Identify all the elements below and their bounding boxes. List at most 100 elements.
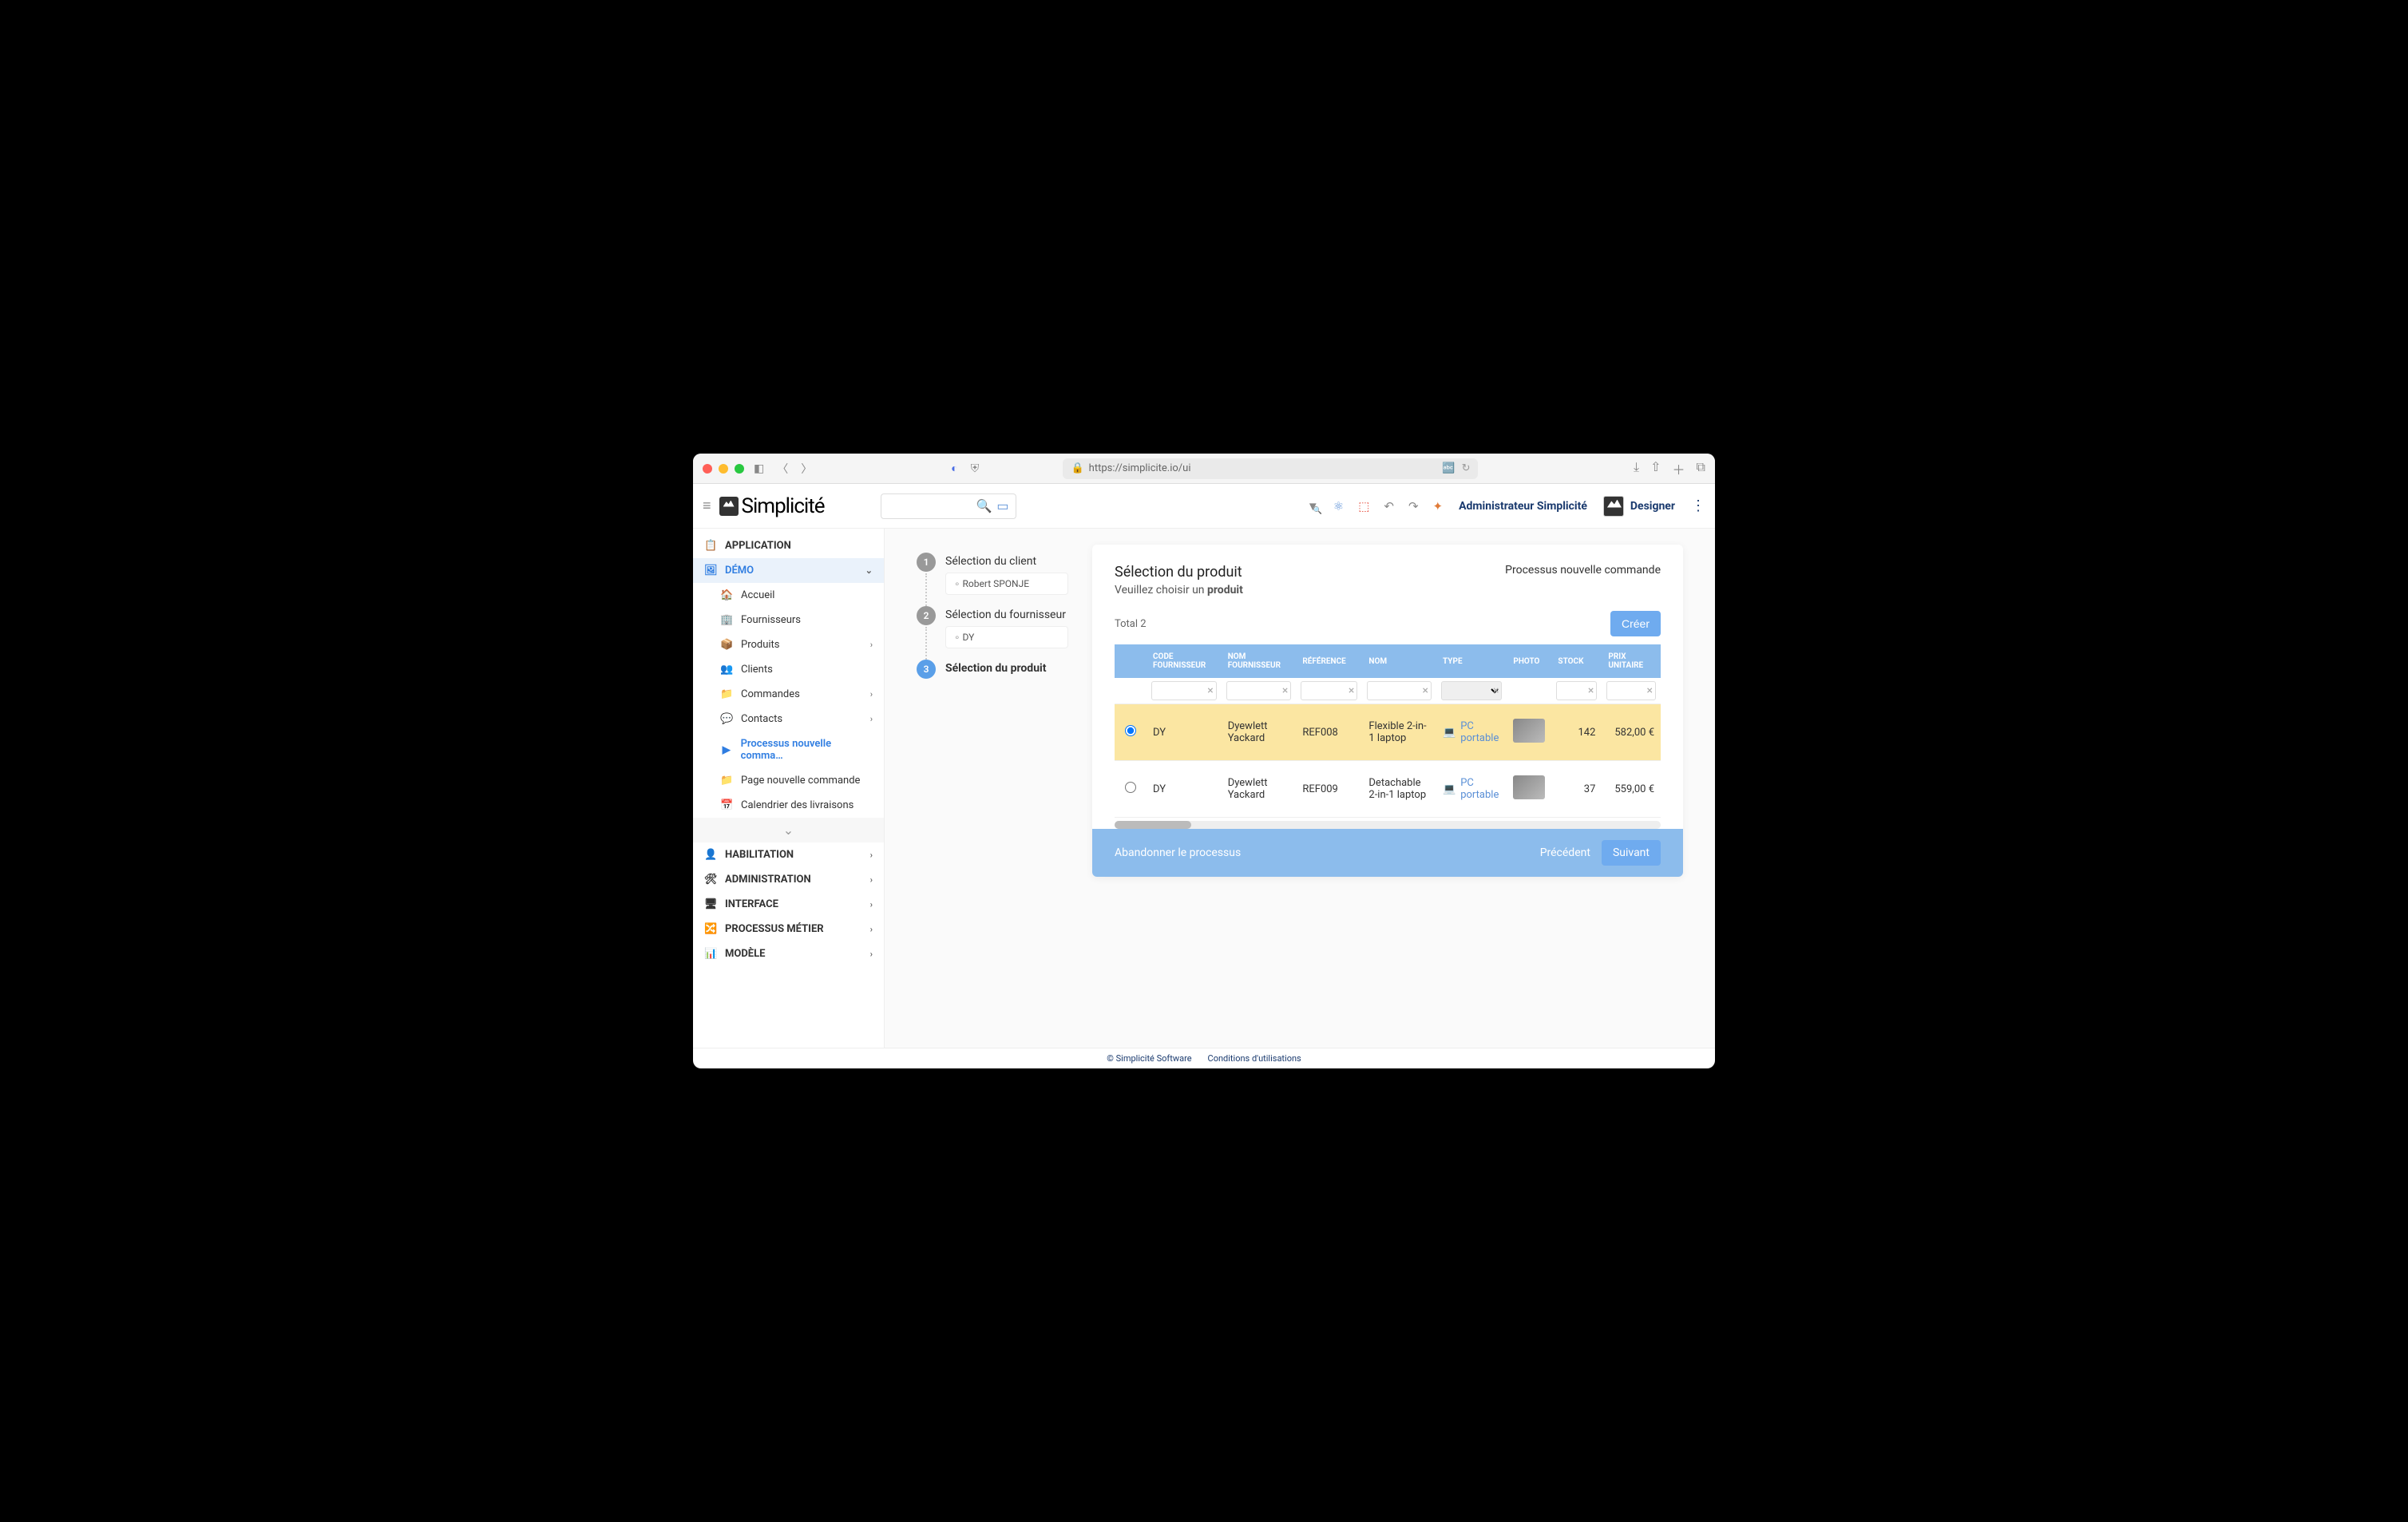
product-photo <box>1513 719 1545 743</box>
column-header[interactable] <box>1115 644 1147 678</box>
header-icons: ▼🔍 ⚛ ⬚ ↶ ↷ ✦ <box>1307 499 1443 513</box>
row-radio[interactable] <box>1125 725 1136 736</box>
process-name: Processus nouvelle commande <box>1505 564 1661 577</box>
sidebar-collapse[interactable]: ⌄ <box>693 818 884 842</box>
clear-filter-icon[interactable]: × <box>1647 684 1653 697</box>
cell-nom: Detachable 2-in-1 laptop <box>1362 761 1436 818</box>
minimize-window[interactable] <box>719 464 728 474</box>
share-icon[interactable]: ⇧ <box>1650 459 1661 478</box>
url-text: https://simplicite.io/ui <box>1089 462 1191 474</box>
sidebar-item[interactable]: 📁Page nouvelle commande <box>693 768 884 793</box>
undo-icon[interactable]: ↶ <box>1384 499 1394 513</box>
sidebar: 📋 APPLICATION 🖼 DÉMO ⌄ 🏠Accueil🏢Fourniss… <box>693 529 885 1048</box>
close-window[interactable] <box>703 464 712 474</box>
create-button[interactable]: Créer <box>1610 611 1661 636</box>
cell-ref: REF008 <box>1296 704 1362 761</box>
sidebar-item[interactable]: 🏠Accueil <box>693 583 884 608</box>
column-header[interactable]: NOM <box>1362 644 1436 678</box>
sidebar-item[interactable]: 💬Contacts› <box>693 707 884 731</box>
next-button[interactable]: Suivant <box>1602 840 1661 866</box>
redo-icon[interactable]: ↷ <box>1408 499 1419 513</box>
sidebar-toggle-icon[interactable]: ◧ <box>751 459 767 478</box>
sidebar-group-icon: 🔀 <box>704 923 717 935</box>
sidebar-group-demo[interactable]: 🖼 DÉMO ⌄ <box>693 558 884 583</box>
cell-type: 💻 PC portable <box>1443 720 1500 744</box>
avatar-icon <box>1603 496 1624 517</box>
forward-icon[interactable]: 〉 <box>798 458 815 480</box>
wizard-step[interactable]: 1Sélection du clientRobert SPONJE <box>917 553 1068 603</box>
new-tab-icon[interactable]: ＋ <box>1673 459 1685 478</box>
clear-filter-icon[interactable]: × <box>1493 684 1499 697</box>
menu-icon[interactable]: ≡ <box>703 497 711 514</box>
footer-terms[interactable]: Conditions d'utilisations <box>1208 1053 1301 1064</box>
sidebar-item[interactable]: 👥Clients <box>693 657 884 682</box>
step-number: 2 <box>917 606 936 625</box>
graph-icon[interactable]: ⚛ <box>1333 499 1344 513</box>
chevron-right-icon: › <box>870 640 873 650</box>
star-icon[interactable]: ✦ <box>1433 499 1444 513</box>
clear-filter-icon[interactable]: × <box>1207 684 1213 697</box>
sidebar-item-label: Processus nouvelle comma… <box>741 738 873 762</box>
sidebar-item[interactable]: 📁Commandes› <box>693 682 884 707</box>
translate-icon[interactable]: 🔤 <box>1442 462 1455 474</box>
row-radio[interactable] <box>1125 782 1136 793</box>
cell-stock: 142 <box>1551 704 1602 761</box>
footer: © Simplicité Software Conditions d'utili… <box>693 1048 1715 1068</box>
sidebar-item[interactable]: 🏢Fournisseurs <box>693 608 884 632</box>
table-row[interactable]: DY Dyewlett Yackard REF008 Flexible 2-in… <box>1115 704 1661 761</box>
cell-ref: REF009 <box>1296 761 1362 818</box>
download-icon[interactable]: ⤓ <box>1634 459 1639 478</box>
role-badge[interactable]: Designer <box>1603 496 1675 517</box>
clear-filter-icon[interactable]: × <box>1282 684 1288 697</box>
clear-filter-icon[interactable]: × <box>1423 684 1428 697</box>
panel-subtitle: Veuillez choisir un produit <box>1115 584 1243 597</box>
back-icon[interactable]: 〈 <box>774 458 791 480</box>
previous-button[interactable]: Précédent <box>1540 846 1590 859</box>
product-table: CODE FOURNISSEURNOM FOURNISSEURRÉFÉRENCE… <box>1115 644 1661 818</box>
more-icon[interactable]: ⋮ <box>1691 497 1705 514</box>
chevron-right-icon: › <box>870 949 873 959</box>
maximize-window[interactable] <box>735 464 744 474</box>
subtitle-prefix: Veuillez choisir un <box>1115 584 1207 597</box>
extension-icon[interactable]: ◐ <box>948 458 960 478</box>
sidebar-group[interactable]: 👤HABILITATION› <box>693 842 884 867</box>
column-header[interactable]: RÉFÉRENCE <box>1296 644 1362 678</box>
horizontal-scrollbar[interactable] <box>1115 821 1661 829</box>
wizard-actions: Abandonner le processus Précédent Suivan… <box>1092 829 1683 877</box>
sidebar-group-application[interactable]: 📋 APPLICATION <box>693 533 884 558</box>
column-header[interactable]: TYPE <box>1436 644 1507 678</box>
footer-copyright[interactable]: © Simplicité Software <box>1107 1053 1191 1064</box>
sidebar-item[interactable]: 📅Calendrier des livraisons <box>693 793 884 818</box>
sidebar-group[interactable]: 🖥INTERFACE› <box>693 892 884 917</box>
sidebar-item[interactable]: 📦Produits› <box>693 632 884 657</box>
reload-icon[interactable]: ↻ <box>1462 462 1471 474</box>
column-header[interactable]: STOCK <box>1551 644 1602 678</box>
table-row[interactable]: DY Dyewlett Yackard REF009 Detachable 2-… <box>1115 761 1661 818</box>
search-box[interactable]: 🔍 ▭ <box>881 493 1016 519</box>
user-name[interactable]: Administrateur Simplicité <box>1459 500 1587 513</box>
shield-icon[interactable]: ⛨ <box>968 459 983 478</box>
column-header[interactable]: PHOTO <box>1507 644 1551 678</box>
tabs-icon[interactable]: ⧉ <box>1697 459 1705 478</box>
step-selection: Robert SPONJE <box>945 573 1068 595</box>
clear-filter-icon[interactable]: × <box>1349 684 1354 697</box>
column-header[interactable]: NOM FOURNISSEUR <box>1222 644 1297 678</box>
abandon-button[interactable]: Abandonner le processus <box>1115 846 1241 859</box>
sidebar-item-icon: 📁 <box>720 688 733 700</box>
url-bar[interactable]: 🔒 https://simplicite.io/ui 🔤 ↻ <box>1063 458 1478 479</box>
sidebar-group[interactable]: 🔀PROCESSUS MÉTIER› <box>693 917 884 941</box>
sidebar-item[interactable]: ▶Processus nouvelle comma… <box>693 731 884 768</box>
laptop-icon: 💻 <box>1443 783 1455 795</box>
wizard-step[interactable]: 3Sélection du produit <box>917 660 1068 679</box>
logo[interactable]: Simplicité <box>719 494 825 518</box>
sidebar-group[interactable]: 📊MODÈLE› <box>693 941 884 966</box>
wizard-step[interactable]: 2Sélection du fournisseurDY <box>917 606 1068 656</box>
table-toolbar: Total 2 Créer <box>1115 611 1661 636</box>
sidebar-item-icon: 👥 <box>720 664 733 676</box>
clear-filter-icon[interactable]: × <box>1588 684 1594 697</box>
tree-icon[interactable]: ⬚ <box>1358 499 1369 513</box>
filter-icon[interactable]: ▼🔍 <box>1307 499 1319 513</box>
column-header[interactable]: PRIX UNITAIRE <box>1602 644 1661 678</box>
column-header[interactable]: CODE FOURNISSEUR <box>1147 644 1222 678</box>
sidebar-group[interactable]: 🛠ADMINISTRATION› <box>693 867 884 892</box>
